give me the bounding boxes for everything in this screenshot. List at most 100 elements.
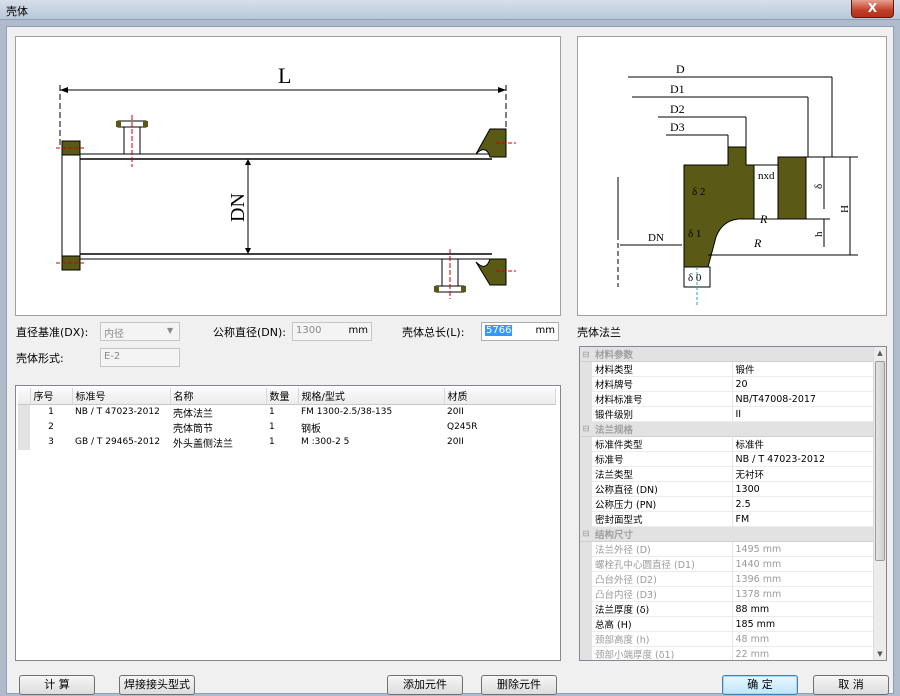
col-header-spec[interactable]: 规格/型式	[298, 388, 445, 405]
property-value[interactable]: 标准件	[732, 436, 873, 453]
col-header-qty[interactable]: 数量	[266, 388, 299, 405]
property-row[interactable]: 公称压力 (PN) 2.5	[580, 496, 873, 513]
property-key: 材料标准号	[592, 391, 733, 408]
row-gutter	[580, 481, 592, 497]
diameter-basis-combo[interactable]: 内径 ▼	[100, 322, 180, 341]
table-row[interactable]: 3 GB / T 29465-2012 外头盖侧法兰 1 M :300-2 5 …	[18, 434, 556, 450]
col-header-material[interactable]: 材质	[444, 388, 556, 405]
flange-drawing: D D1 D2 D3 nxd δ 2 δ 1 δ 0 DN R R δ H h	[617, 62, 858, 307]
delete-element-button[interactable]: 删除元件	[481, 675, 557, 695]
shell-form-value: E-2	[104, 351, 121, 362]
d-label: D	[676, 62, 685, 76]
shell-form-field[interactable]: E-2	[100, 348, 180, 367]
cell-standard	[72, 420, 170, 435]
property-value[interactable]: 20	[732, 376, 873, 393]
property-row[interactable]: 材料标准号 NB/T47008-2017	[580, 391, 873, 408]
row-handle[interactable]	[18, 434, 30, 450]
delta1-label: δ 1	[688, 228, 701, 240]
category-label: 材料参数	[592, 347, 873, 363]
property-row[interactable]: 密封面型式 FM	[580, 511, 873, 528]
property-row[interactable]: 公称直径 (DN) 1300	[580, 481, 873, 498]
delta0-label: δ 0	[688, 272, 702, 284]
col-header-index[interactable]: 序号	[30, 388, 73, 405]
property-row[interactable]: 凸台外径 (D2) 1396 mm	[580, 571, 873, 588]
property-row[interactable]: 标准件类型 标准件	[580, 436, 873, 453]
ok-button[interactable]: 确 定	[722, 675, 798, 695]
scroll-up-icon[interactable]: ▲	[874, 347, 886, 359]
calculate-button[interactable]: 计 算	[19, 675, 95, 695]
row-handle[interactable]	[18, 404, 30, 420]
property-value[interactable]: NB / T 47023-2012	[732, 451, 873, 468]
nxd-label: nxd	[758, 170, 775, 182]
row-handle[interactable]	[18, 419, 30, 435]
nominal-diameter-field[interactable]: 1300 mm	[292, 322, 372, 341]
cell-index: 1	[48, 407, 54, 417]
property-key: 材料牌号	[592, 376, 733, 393]
weld-joint-button[interactable]: 焊接接头型式	[119, 675, 195, 695]
property-value[interactable]: 1378 mm	[732, 586, 873, 603]
property-key: 颈部小端厚度 (δ1)	[592, 646, 733, 660]
property-row[interactable]: 锻件级别 II	[580, 406, 873, 423]
property-value[interactable]: 2.5	[732, 496, 873, 513]
property-row[interactable]: 材料牌号 20	[580, 376, 873, 393]
property-category[interactable]: ⊟ 材料参数	[580, 347, 873, 363]
property-key: 材料类型	[592, 361, 733, 378]
property-value[interactable]: 48 mm	[732, 631, 873, 648]
cancel-button[interactable]: 取 消	[813, 675, 889, 695]
row-gutter	[580, 361, 592, 377]
property-row[interactable]: 颈部小端厚度 (δ1) 22 mm	[580, 646, 873, 660]
table-row[interactable]: 1 NB / T 47023-2012 壳体法兰 1 FM 1300-2.5/3…	[18, 404, 556, 420]
property-value[interactable]: 22 mm	[732, 646, 873, 660]
property-row[interactable]: 标准号 NB / T 47023-2012	[580, 451, 873, 468]
col-header-standard[interactable]: 标准号	[72, 388, 171, 405]
cell-name: 壳体法兰	[173, 408, 213, 420]
property-value[interactable]: 无衬环	[732, 466, 873, 483]
property-scrollbar[interactable]: ▲ ▼	[873, 347, 886, 660]
property-category[interactable]: ⊟ 法兰规格	[580, 421, 873, 438]
cell-standard: NB / T 47023-2012	[75, 407, 160, 417]
shell-length-field[interactable]: 5766 mm	[481, 322, 559, 341]
property-key: 公称直径 (DN)	[592, 481, 733, 498]
diameter-basis-value: 内径	[104, 329, 124, 340]
property-value[interactable]: 锻件	[732, 361, 873, 378]
property-row[interactable]: 螺栓孔中心圆直径 (D1) 1440 mm	[580, 556, 873, 573]
property-row[interactable]: 材料类型 锻件	[580, 361, 873, 378]
table-row[interactable]: 2 壳体筒节 1 钢板 Q245R	[18, 419, 556, 435]
add-element-button[interactable]: 添加元件	[387, 675, 463, 695]
property-value[interactable]: 1396 mm	[732, 571, 873, 588]
property-value[interactable]: 185 mm	[732, 616, 873, 633]
cell-qty: 1	[269, 422, 275, 432]
property-value[interactable]: 1495 mm	[732, 541, 873, 558]
collapse-icon[interactable]: ⊟	[580, 347, 592, 363]
property-category[interactable]: ⊟ 结构尺寸	[580, 526, 873, 543]
title-bar: 壳体 X	[0, 0, 900, 20]
flange-drawing-panel: D D1 D2 D3 nxd δ 2 δ 1 δ 0 DN R R δ H h	[577, 36, 887, 316]
shell-form-label: 壳体形式:	[16, 352, 64, 365]
property-value[interactable]: 1300	[732, 481, 873, 498]
collapse-icon[interactable]: ⊟	[580, 526, 592, 543]
property-value[interactable]: 88 mm	[732, 601, 873, 618]
col-header-name[interactable]: 名称	[170, 388, 267, 405]
property-value[interactable]: 1440 mm	[732, 556, 873, 573]
property-value[interactable]: II	[732, 406, 873, 423]
property-row[interactable]: 法兰类型 无衬环	[580, 466, 873, 483]
scroll-thumb[interactable]	[875, 361, 885, 561]
collapse-icon[interactable]: ⊟	[580, 421, 592, 438]
property-value[interactable]: NB/T47008-2017	[732, 391, 873, 408]
property-key: 密封面型式	[592, 511, 733, 528]
scroll-down-icon[interactable]: ▼	[874, 648, 886, 660]
property-row[interactable]: 法兰外径 (D) 1495 mm	[580, 541, 873, 558]
shell-length-value: 5766	[485, 325, 513, 336]
close-button[interactable]: X	[851, 0, 894, 18]
property-value[interactable]: FM	[732, 511, 873, 528]
d3-label: D3	[670, 120, 685, 134]
row-gutter	[580, 571, 592, 587]
property-row[interactable]: 法兰厚度 (δ) 88 mm	[580, 601, 873, 618]
property-key: 颈部高度 (h)	[592, 631, 733, 648]
flange-caption: 壳体法兰	[577, 326, 621, 339]
property-row[interactable]: 颈部高度 (h) 48 mm	[580, 631, 873, 648]
property-key: 标准件类型	[592, 436, 733, 453]
property-key: 法兰类型	[592, 466, 733, 483]
property-row[interactable]: 总高 (H) 185 mm	[580, 616, 873, 633]
property-row[interactable]: 凸台内径 (D3) 1378 mm	[580, 586, 873, 603]
